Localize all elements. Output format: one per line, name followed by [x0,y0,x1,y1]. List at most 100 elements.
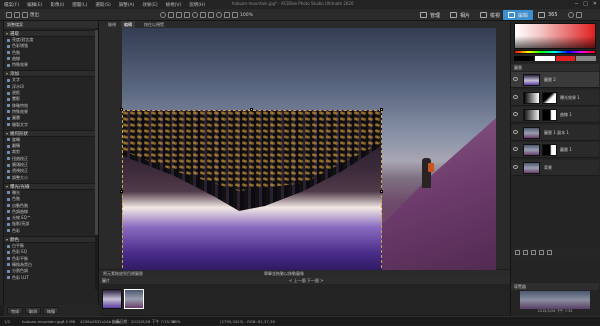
scrollbar-thumb[interactable] [95,30,98,235]
adjust-item-icon [7,138,10,142]
transform-handle-tr[interactable] [380,108,383,111]
eye-icon[interactable] [513,129,518,134]
adjustment-panel-scrollbar[interactable] [95,28,98,290]
zoom-tool-icon[interactable] [160,12,166,18]
layer-row[interactable]: 圖層 2 [511,72,599,88]
edit-icon [508,12,515,18]
eye-icon[interactable] [513,112,518,116]
adjust-item[interactable]: 色彩 LUT [4,275,98,281]
layer-name: 圖層 2 [544,77,556,82]
revert-button[interactable]: 恢復 [43,307,59,314]
swatch-red[interactable] [555,56,576,61]
minimize-button[interactable]: ─ [575,1,578,7]
adjust-item-icon [7,63,10,67]
menu-help[interactable]: 說明(H) [185,2,209,8]
layer-row[interactable]: 背景 [511,159,599,176]
brush-tool-icon[interactable] [192,12,198,18]
text-tool-icon[interactable] [208,12,214,18]
adjust-item-label: 轉換為黑白 [12,261,32,267]
layer-thumbnail [523,144,540,156]
done-button[interactable]: 完成 [7,307,23,314]
menu-edit[interactable]: 編輯(E) [23,2,46,8]
dashboard-icon[interactable] [568,12,574,18]
layer-row[interactable]: 圖層 1 [511,142,599,158]
swatch-white[interactable] [534,56,555,61]
mode-view[interactable]: 檢視 [475,10,505,20]
layer-row[interactable]: 曲線 1 [511,107,599,123]
eye-icon[interactable] [513,77,518,81]
tab-preview[interactable]: 按住以預覽 [141,21,167,28]
menu-adjust[interactable]: 調整(A) [115,2,139,8]
eye-icon[interactable] [513,94,518,99]
adjust-item[interactable]: 調整大小 [4,175,98,181]
menu-image[interactable]: 影像(I) [46,2,68,8]
transform-handle-tl[interactable] [120,108,123,111]
menu-select[interactable]: 選取(S) [91,2,114,8]
adjustment-layer-icon[interactable] [539,250,544,255]
lasso-tool-icon[interactable] [184,12,190,18]
swatch-gray[interactable] [576,56,596,61]
crop-tool-icon[interactable] [200,12,206,18]
duplicate-layer-icon[interactable] [523,250,528,255]
mode-edit[interactable]: 編輯 [503,10,534,20]
color-picker-field[interactable] [514,23,596,49]
adjust-item-icon [7,116,10,120]
mask-icon[interactable] [531,250,536,255]
export-button[interactable]: 匯出 [30,12,39,18]
eye-icon[interactable] [513,147,518,151]
status-bar: 1/2 hobuan-mountain.jpg 3.5 MB 4256x2832… [0,316,600,325]
gradient-tool-icon[interactable] [232,12,238,18]
transform-handle-mr[interactable] [380,190,383,193]
adjust-section-header[interactable]: 曝光/光線 [4,182,98,190]
adjust-section: 幾何形狀 旋轉 翻轉 裁剪 扭曲校正 鏡頭校正 透視校正 調整大小 [4,129,98,181]
adjust-item[interactable]: 特殊效果 [4,62,98,68]
cancel-button[interactable]: 取消 [25,307,41,314]
menu-view[interactable]: 檢視(V) [162,2,186,8]
move-tool-icon[interactable] [168,12,174,18]
adjust-item-icon [7,176,10,180]
mode-photos[interactable]: 相片 [445,10,475,20]
navigator-preview[interactable] [520,291,590,309]
adjust-item[interactable]: 色彩 [4,228,98,234]
delete-layer-icon[interactable] [547,250,552,255]
adjust-item-label: 暈影 [12,96,20,102]
menu-file[interactable]: 檔案(F) [0,2,23,8]
clone-tool-icon[interactable] [216,12,222,18]
adjust-item[interactable]: 繪製文字 [4,122,98,128]
filmstrip-thumb-mountain[interactable] [124,289,144,309]
mode-365[interactable]: 365 [533,10,563,20]
filmstrip-tab[interactable]: 圖片 [102,278,110,283]
hue-slider[interactable] [514,50,596,54]
layer-row[interactable]: 圖層 1 副本 1 [511,124,599,141]
back-icon[interactable] [6,12,12,18]
layer-mask-thumbnail [542,144,557,156]
select-tool-icon[interactable] [176,12,182,18]
settings-icon[interactable] [576,12,582,18]
eye-icon[interactable] [513,164,518,169]
swatch-black[interactable] [514,56,534,61]
zoom-level[interactable]: 100% [240,13,253,18]
close-button[interactable]: ✕ [593,1,597,7]
adjust-section-header[interactable]: 選取 [4,30,98,37]
adjust-item-label: 白平衡 [12,243,24,249]
forward-icon[interactable] [14,12,20,18]
menu-effects[interactable]: 效果(E) [138,2,161,8]
menu-layer[interactable]: 圖層(L) [68,2,91,8]
transform-handle-ml[interactable] [120,190,123,193]
tab-edit[interactable]: 編輯 [121,21,135,28]
adjust-section-header[interactable]: 顏色 [4,236,98,244]
adjust-item-icon [7,78,10,82]
transform-handle-tm[interactable] [250,108,253,111]
filmstrip-nav[interactable]: < 上一個 下一個 > [289,277,324,284]
add-layer-icon[interactable] [515,250,520,255]
navigator-info: 2015/5/26 下午 7:35 [537,309,573,313]
fill-tool-icon[interactable] [224,12,230,18]
adjust-item-label: 浮水印 [12,83,24,89]
maximize-button[interactable]: □ [583,1,588,7]
save-icon[interactable] [22,12,28,18]
layer-row[interactable]: 曝光效果 1 [511,89,599,106]
adjust-section-header[interactable]: 幾何形狀 [4,129,98,137]
tab-view[interactable]: 檢視 [105,21,119,28]
filmstrip-thumb-city[interactable] [102,289,122,309]
mode-manage[interactable]: 管理 [415,10,445,20]
